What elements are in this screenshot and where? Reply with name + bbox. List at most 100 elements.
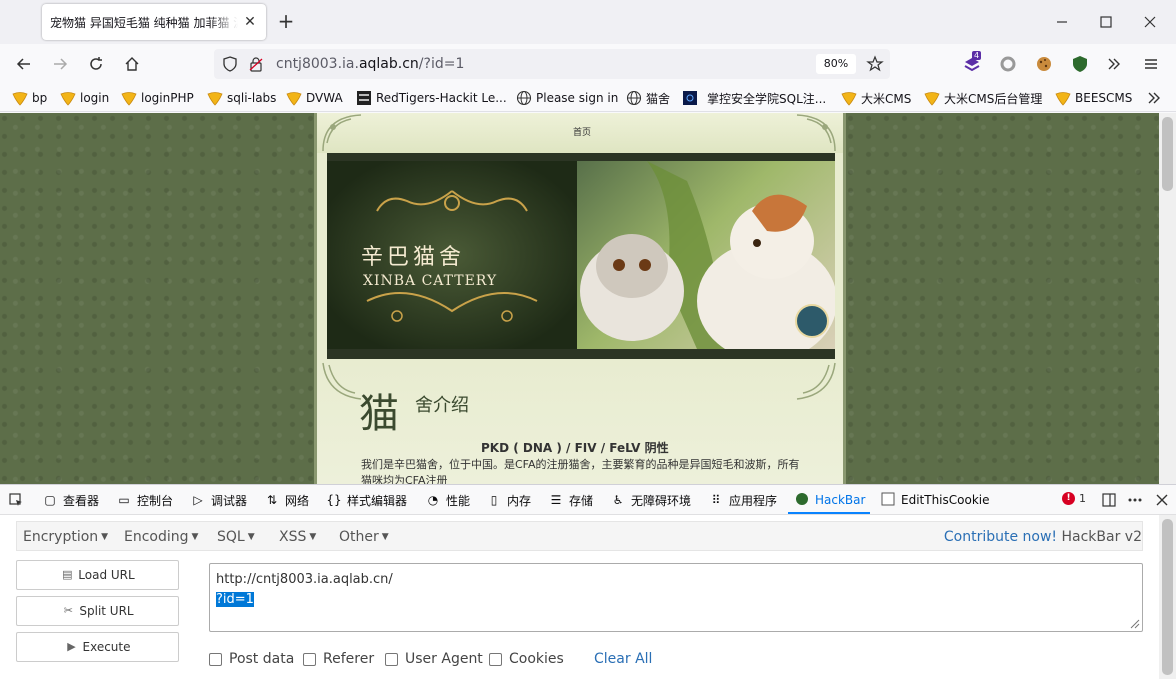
devtools-tab-style-editor[interactable]: {} 样式编辑器 [326, 491, 407, 509]
menu-sql[interactable]: SQL ▼ [217, 529, 255, 545]
tab-label: 应用程序 [729, 493, 778, 508]
tab-label: EditThisCookie [901, 493, 990, 507]
bookmark-item[interactable]: 猫舍 [626, 89, 670, 107]
bookmark-label: login [80, 91, 110, 105]
home-icon[interactable] [122, 54, 142, 74]
hackbar-icon [794, 492, 810, 508]
menu-encryption[interactable]: Encryption ▼ [23, 529, 108, 545]
bookmark-item[interactable]: 掌控安全学院SQL注... [682, 89, 826, 107]
devtools-tab-hackbar[interactable]: HackBar [794, 491, 865, 509]
bookmark-item[interactable]: DVWA [286, 89, 343, 107]
green-shield-extension-icon[interactable] [1070, 54, 1090, 74]
about-section: 猫 舍介绍 PKD ( DNA ) / FIV / FeLV 阴性 我们是辛巴猫… [317, 359, 843, 484]
bookmark-label: DVWA [306, 91, 343, 105]
extension-circle-icon[interactable] [998, 54, 1018, 74]
checkbox-box[interactable] [489, 652, 502, 666]
corner-ornament-icon [322, 114, 362, 152]
browser-tab[interactable]: 宠物猫 异国短毛猫 纯种猫 加菲猫 波 ✕ [42, 4, 266, 40]
devtools-tab-debugger[interactable]: ▷ 调试器 [190, 491, 247, 509]
bookmarks-overflow-chevron-icon[interactable] [1146, 89, 1162, 107]
hackbar-scrollbar[interactable] [1159, 515, 1176, 679]
hamburger-menu-icon[interactable] [1141, 54, 1161, 74]
page-scrollbar[interactable] [1159, 113, 1176, 484]
url-line-selected: ?id=1 [216, 592, 254, 607]
menu-label: XSS [279, 529, 307, 545]
devtools-tab-editthiscookie[interactable]: EditThisCookie [880, 491, 990, 509]
resize-grip-icon[interactable] [1130, 619, 1140, 629]
more-options-icon[interactable] [1127, 492, 1143, 511]
minimize-icon[interactable] [1052, 12, 1072, 32]
devtools-tab-memory[interactable]: ▯ 内存 [486, 491, 531, 509]
tab-label: 网络 [285, 493, 310, 508]
checkbox-box[interactable] [303, 652, 316, 666]
globe-icon [516, 90, 532, 106]
maximize-icon[interactable] [1096, 12, 1116, 32]
address-bar[interactable]: cntj8003.ia.aqlab.cn/?id=1 80% [214, 49, 890, 79]
menu-encoding[interactable]: Encoding ▼ [124, 529, 198, 545]
bookmark-item[interactable]: 大米CMS [841, 89, 911, 107]
site-nav-bar: 首页 [317, 113, 843, 153]
bookmark-item[interactable]: loginPHP [121, 89, 194, 107]
cookie-extension-icon[interactable] [1034, 54, 1054, 74]
devtools-tab-storage[interactable]: ☰ 存储 [548, 491, 593, 509]
devtools-tab-accessibility[interactable]: ♿ 无障碍环境 [610, 491, 691, 509]
element-picker-icon[interactable] [8, 491, 24, 509]
url-textarea[interactable]: http://cntj8003.ia.aqlab.cn/ ?id=1 [209, 563, 1143, 632]
load-url-button[interactable]: ▤ Load URL [16, 560, 179, 590]
checkbox-label: Referer [323, 651, 375, 667]
devtools-tab-network[interactable]: ⇅ 网络 [264, 491, 309, 509]
bookmark-item[interactable]: sqli-labs [207, 89, 276, 107]
execute-button[interactable]: ▶ Execute [16, 632, 179, 662]
tab-label: 调试器 [211, 493, 248, 508]
menu-other[interactable]: Other ▼ [339, 529, 389, 545]
post-data-checkbox[interactable]: Post data [209, 651, 294, 667]
checkbox-box[interactable] [209, 652, 222, 666]
more-tools-chevron-icon[interactable] [1104, 54, 1124, 74]
reload-icon[interactable] [86, 54, 106, 74]
bookmarks-toolbar: bp login loginPHP sqli-labs DVWA RedTige… [0, 84, 1176, 112]
window-close-icon[interactable] [1140, 12, 1160, 32]
extension-hackbar-icon[interactable]: 4 [962, 51, 982, 74]
split-url-button[interactable]: ✂ Split URL [16, 596, 179, 626]
close-devtools-icon[interactable] [1154, 492, 1170, 511]
forward-icon[interactable] [50, 54, 70, 74]
checkbox-label: User Agent [405, 651, 483, 667]
bookmark-item[interactable]: Please sign in [516, 89, 618, 107]
bookmark-label: 猫舍 [646, 91, 671, 106]
bookmark-item[interactable]: RedTigers-Hackit Le... [356, 89, 507, 107]
banner-title-en: XINBA CATTERY [363, 273, 498, 289]
bookmark-star-icon[interactable] [866, 55, 884, 76]
hackbar-scrollbar-thumb[interactable] [1162, 519, 1173, 675]
checkbox-box[interactable] [385, 652, 398, 666]
back-icon[interactable] [14, 54, 34, 74]
zoom-level-badge[interactable]: 80% [816, 54, 856, 74]
bookmark-label: Please sign in [536, 91, 619, 105]
bookmark-item[interactable]: 大米CMS后台管理 [924, 89, 1042, 107]
error-count-badge[interactable]: ! 1 [1062, 492, 1086, 505]
site-nav-home-link[interactable]: 首页 [573, 125, 591, 138]
user-agent-checkbox[interactable]: User Agent [385, 651, 483, 667]
clear-all-link[interactable]: Clear All [594, 651, 652, 667]
error-count: 1 [1079, 492, 1086, 505]
insecure-lock-icon[interactable] [248, 56, 264, 75]
devtools-tab-inspector[interactable]: ▢ 查看器 [42, 491, 99, 509]
tracking-shield-icon[interactable] [222, 56, 238, 75]
menu-label: Encryption [23, 529, 99, 545]
bookmark-label: sqli-labs [227, 91, 277, 105]
menu-xss[interactable]: XSS ▼ [279, 529, 316, 545]
devtools-tab-performance[interactable]: ◔ 性能 [425, 491, 470, 509]
bookmark-item[interactable]: BEESCMS [1055, 89, 1132, 107]
dock-toggle-icon[interactable] [1101, 492, 1117, 511]
hackbar-panel: Encryption ▼ Encoding ▼ SQL ▼ XSS ▼ Other ▼ C… [0, 515, 1159, 679]
bookmark-item[interactable]: login [60, 89, 109, 107]
page-scrollbar-thumb[interactable] [1162, 117, 1173, 191]
cookies-checkbox[interactable]: Cookies [489, 651, 564, 667]
shield-icon [207, 90, 223, 106]
bookmark-item[interactable]: bp [12, 89, 47, 107]
devtools-tab-console[interactable]: ▭ 控制台 [116, 491, 173, 509]
close-tab-icon[interactable]: ✕ [242, 14, 258, 30]
devtools-tab-application[interactable]: ⠿ 应用程序 [708, 491, 777, 509]
referer-checkbox[interactable]: Referer [303, 651, 374, 667]
contribute-link[interactable]: Contribute now! [944, 529, 1057, 545]
new-tab-icon[interactable]: + [276, 11, 296, 33]
